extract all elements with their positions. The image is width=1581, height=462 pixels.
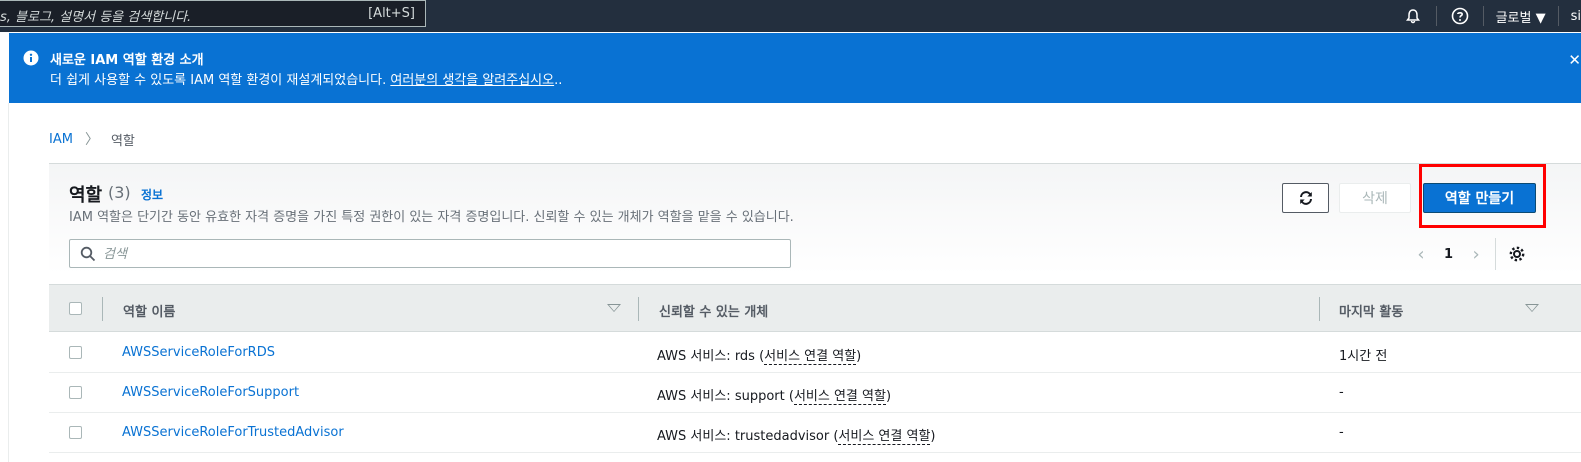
sort-down-icon[interactable] bbox=[1525, 304, 1539, 312]
region-selector[interactable]: 글로벌 ▼ bbox=[1496, 7, 1546, 26]
divider bbox=[1435, 6, 1437, 26]
service-linked-role-link[interactable]: 서비스 연결 역할 bbox=[793, 389, 886, 405]
trusted-entity-suffix: ) bbox=[930, 429, 936, 444]
chevron-right-icon: 〉 bbox=[84, 132, 99, 148]
chevron-right-icon[interactable]: › bbox=[1469, 244, 1483, 265]
select-all-checkbox[interactable] bbox=[69, 302, 82, 315]
feedback-link[interactable]: 여러분의 생각을 알려주십시오 bbox=[390, 73, 554, 88]
trusted-entity: AWS 서비스: trustedadvisor (서비스 연결 역할) bbox=[657, 425, 936, 445]
chevron-left-icon[interactable]: ‹ bbox=[1414, 244, 1428, 265]
roles-count: (3) bbox=[108, 183, 131, 202]
breadcrumb: IAM 〉 역할 bbox=[49, 129, 135, 149]
row-checkbox[interactable] bbox=[69, 386, 82, 399]
breadcrumb-current: 역할 bbox=[110, 133, 135, 149]
gear-icon[interactable] bbox=[1508, 245, 1526, 263]
row-checkbox[interactable] bbox=[69, 346, 82, 359]
global-search-input[interactable]: s, 블로그, 설명서 등을 검색합니다. [Alt+S] bbox=[0, 0, 426, 27]
service-linked-role-link[interactable]: 서비스 연결 역할 bbox=[764, 349, 857, 365]
search-icon bbox=[80, 246, 96, 262]
banner-text: 더 쉽게 사용할 수 있도록 IAM 역할 환경이 재설계되었습니다. bbox=[50, 73, 391, 88]
search-input[interactable] bbox=[103, 244, 763, 264]
top-right-controls: 글로벌 ▼ si bbox=[1402, 0, 1581, 32]
row-checkbox[interactable] bbox=[69, 426, 82, 439]
breadcrumb-iam[interactable]: IAM bbox=[49, 132, 73, 147]
bell-icon[interactable] bbox=[1402, 5, 1424, 27]
highlight-box bbox=[1419, 164, 1546, 228]
account-menu[interactable]: si bbox=[1571, 9, 1581, 24]
divider bbox=[1495, 238, 1497, 270]
column-header-role-name[interactable]: 역할 이름 bbox=[123, 301, 175, 320]
divider bbox=[1482, 6, 1484, 26]
column-header-trusted-entity[interactable]: 신뢰할 수 있는 개체 bbox=[659, 301, 768, 320]
panel-description: IAM 역할은 단기간 동안 유효한 자격 증명을 가진 특정 권한이 있는 자… bbox=[69, 210, 794, 225]
global-search-text: s, 블로그, 설명서 등을 검색합니다. bbox=[0, 10, 192, 25]
page-number[interactable]: 1 bbox=[1444, 247, 1453, 262]
close-icon[interactable]: ✕ bbox=[1568, 51, 1581, 69]
banner-title: 새로운 IAM 역할 환경 소개 bbox=[50, 53, 204, 68]
roles-panel: 역할 (3) 정보 IAM 역할은 단기간 동안 유효한 자격 증명을 가진 특… bbox=[49, 163, 1581, 462]
trusted-entity-suffix: ) bbox=[885, 389, 892, 404]
last-activity: - bbox=[1339, 425, 1344, 440]
service-linked-role-link[interactable]: 서비스 연결 역할 bbox=[838, 429, 931, 445]
trusted-entity: AWS 서비스: support (서비스 연결 역할) bbox=[657, 385, 892, 405]
trusted-entity-text: AWS 서비스: rds ( bbox=[657, 349, 765, 364]
role-name-link[interactable]: AWSServiceRoleForSupport bbox=[122, 385, 299, 400]
refresh-button[interactable] bbox=[1282, 183, 1329, 213]
delete-button[interactable]: 삭제 bbox=[1339, 183, 1411, 213]
table-header: 역할 이름 신뢰할 수 있는 개체 마지막 활동 bbox=[49, 284, 1581, 332]
pagination: ‹ 1 › bbox=[1414, 238, 1526, 270]
info-link[interactable]: 정보 bbox=[141, 186, 163, 203]
trusted-entity: AWS 서비스: rds (서비스 연결 역할) bbox=[657, 345, 862, 365]
help-icon[interactable] bbox=[1449, 5, 1471, 27]
last-activity: 1시간 전 bbox=[1339, 349, 1388, 364]
table-row: AWSServiceRoleForSupport AWS 서비스: suppor… bbox=[49, 373, 1581, 413]
column-divider bbox=[102, 297, 103, 321]
banner-suffix: .. bbox=[554, 73, 563, 88]
column-header-last-activity[interactable]: 마지막 활동 bbox=[1339, 301, 1403, 320]
column-divider bbox=[638, 297, 639, 321]
refresh-icon bbox=[1299, 191, 1312, 205]
last-activity: - bbox=[1339, 385, 1344, 400]
page-title: 역할 bbox=[69, 185, 103, 206]
top-navigation-bar: s, 블로그, 설명서 등을 검색합니다. [Alt+S] 글로벌 ▼ si bbox=[0, 0, 1581, 32]
search-field[interactable] bbox=[69, 239, 791, 268]
column-divider bbox=[1319, 297, 1320, 321]
info-icon bbox=[23, 50, 39, 66]
role-name-link[interactable]: AWSServiceRoleForTrustedAdvisor bbox=[122, 425, 344, 440]
trusted-entity-suffix: ) bbox=[856, 349, 862, 364]
search-shortcut-hint: [Alt+S] bbox=[368, 6, 415, 21]
info-banner: 새로운 IAM 역할 환경 소개 더 쉽게 사용할 수 있도록 IAM 역할 환… bbox=[9, 33, 1581, 103]
left-nav-edge bbox=[0, 103, 9, 462]
trusted-entity-text: AWS 서비스: support ( bbox=[657, 389, 794, 404]
trusted-entity-text: AWS 서비스: trustedadvisor ( bbox=[657, 429, 839, 444]
role-name-link[interactable]: AWSServiceRoleForRDS bbox=[122, 345, 275, 360]
divider bbox=[1557, 6, 1559, 26]
sort-down-icon[interactable] bbox=[607, 304, 621, 312]
table-row: AWSServiceRoleForTrustedAdvisor AWS 서비스:… bbox=[49, 413, 1581, 453]
table-row: AWSServiceRoleForRDS AWS 서비스: rds (서비스 연… bbox=[49, 333, 1581, 373]
banner-description: 더 쉽게 사용할 수 있도록 IAM 역할 환경이 재설계되었습니다. 여러분의… bbox=[50, 69, 562, 88]
